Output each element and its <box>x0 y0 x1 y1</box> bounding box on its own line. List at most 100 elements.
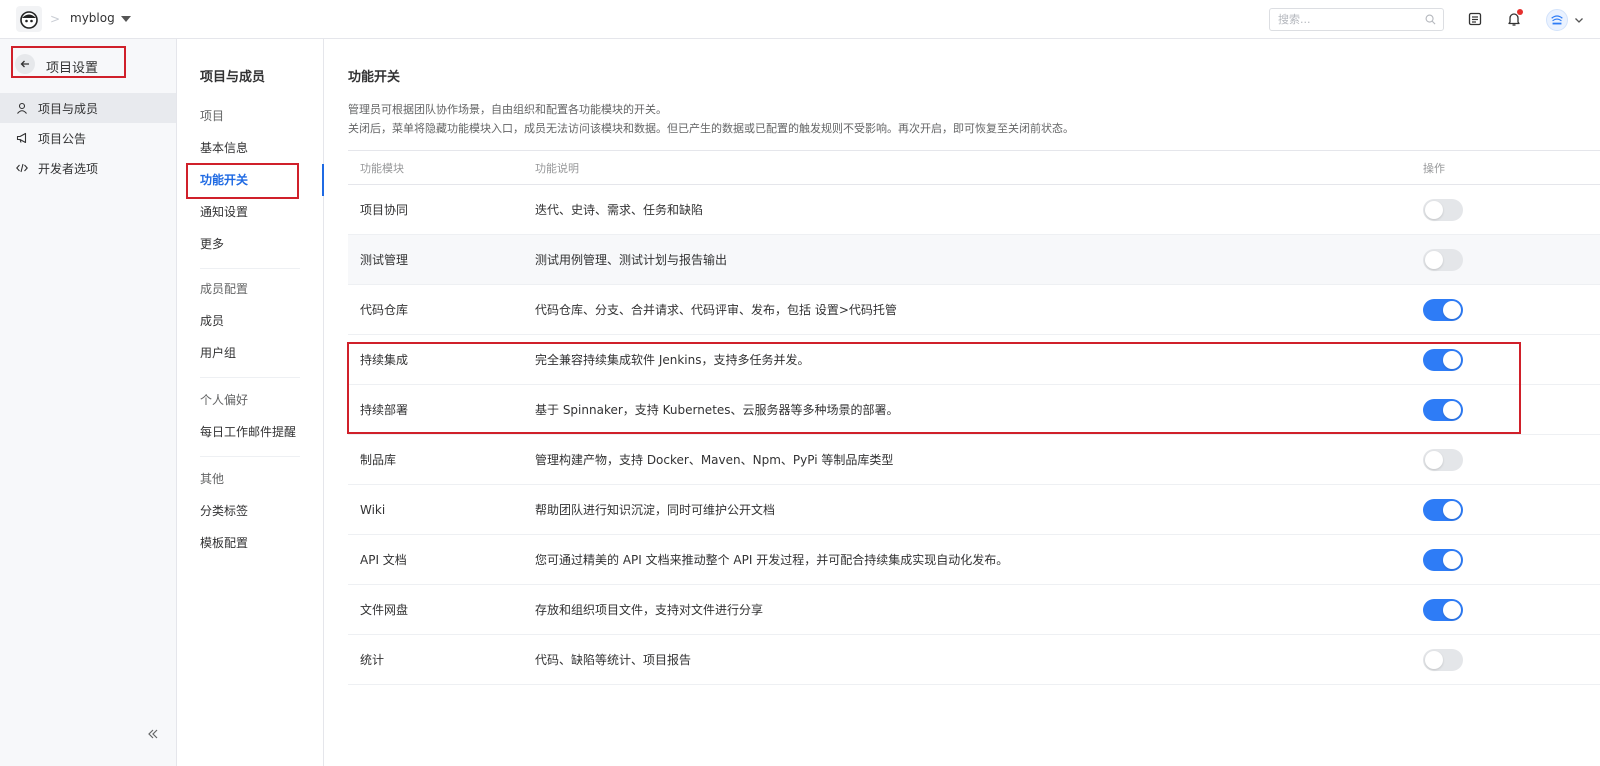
table-row: 项目协同 迭代、史诗、需求、任务和缺陷 <box>348 185 1600 235</box>
feature-toggle[interactable] <box>1423 648 1463 671</box>
divider <box>200 268 300 269</box>
sidebar-item-developer[interactable]: 开发者选项 <box>0 153 176 183</box>
module-action <box>1411 398 1600 421</box>
module-name: 制品库 <box>360 453 397 467</box>
feature-table: 功能模块 功能说明 操作 项目协同 迭代、史诗、需求、任务和缺陷 测试管理 测试用例管… <box>348 150 1600 685</box>
feature-toggle[interactable] <box>1423 298 1463 321</box>
module-action <box>1411 648 1600 671</box>
module-description: 代码、缺陷等统计、项目报告 <box>535 653 692 667</box>
module-description: 帮助团队进行知识沉淀，同时可维护公开文档 <box>535 503 776 517</box>
subnav-item-basic-info[interactable]: 基本信息 <box>177 132 323 164</box>
settings-title: 项目设置 <box>46 61 99 76</box>
search-input[interactable] <box>1270 9 1415 30</box>
table-row: 持续部署 基于 Spinnaker，支持 Kubernetes、云服务器等多种场景… <box>348 385 1600 435</box>
subnav-group-title: 项目 <box>200 109 225 123</box>
toggle-knob <box>1443 600 1461 619</box>
subnav-group-title: 成员配置 <box>200 282 249 296</box>
subnav-item-notification[interactable]: 通知设置 <box>177 196 323 228</box>
settings-subnav: 项目与成员 项目 基本信息 功能开关 通知设置 更多 成员配置 成员 用户组 个… <box>177 39 324 766</box>
feature-toggle[interactable] <box>1423 448 1463 471</box>
divider <box>200 456 300 457</box>
toggle-knob <box>1443 350 1461 369</box>
module-description: 测试用例管理、测试计划与报告输出 <box>535 253 728 267</box>
module-action <box>1411 248 1600 271</box>
feature-toggle[interactable] <box>1423 498 1463 521</box>
table-row: 文件网盘 存放和组织项目文件，支持对文件进行分享 <box>348 585 1600 635</box>
module-action <box>1411 548 1600 571</box>
feature-toggle[interactable] <box>1423 248 1463 271</box>
module-name: 统计 <box>360 653 385 667</box>
breadcrumb-separator: > <box>50 12 61 26</box>
subnav-item-daily-email[interactable]: 每日工作邮件提醒 <box>177 416 323 448</box>
notification-button[interactable] <box>1505 9 1523 28</box>
module-name: 代码仓库 <box>360 303 409 317</box>
sidebar-nav: 项目与成员 项目公告 开发者选项 <box>0 93 176 183</box>
subnav-item-members[interactable]: 成员 <box>177 305 323 337</box>
project-switcher[interactable]: myblog <box>70 11 131 25</box>
module-action <box>1411 498 1600 521</box>
subnav-group-title: 其他 <box>200 472 225 486</box>
sidebar-item-announcement[interactable]: 项目公告 <box>0 123 176 153</box>
toggle-knob <box>1425 200 1443 219</box>
clipboard-icon <box>1468 12 1482 26</box>
table-header: 功能模块 功能说明 操作 <box>348 150 1600 185</box>
description-line: 管理员可根据团队协作场景，自由组织和配置各功能模块的开关。 <box>348 103 667 116</box>
logo-icon <box>20 11 38 29</box>
subnav-item-templates[interactable]: 模板配置 <box>177 527 323 559</box>
module-description: 代码仓库、分支、合并请求、代码评审、发布，包括 设置>代码托管 <box>535 303 897 317</box>
toggle-knob <box>1425 250 1443 269</box>
avatar-logo-icon <box>1551 15 1563 25</box>
feature-toggle[interactable] <box>1423 548 1463 571</box>
toggle-knob <box>1443 400 1461 419</box>
subnav-group-project: 项目 基本信息 功能开关 通知设置 更多 <box>177 100 324 277</box>
chevron-down-icon[interactable] <box>1574 15 1584 25</box>
module-action <box>1411 448 1600 471</box>
sidebar-item-members[interactable]: 项目与成员 <box>0 93 176 123</box>
module-name: 持续集成 <box>360 353 409 367</box>
table-row: API 文档 您可通过精美的 API 文档来推动整个 API 开发过程，并可配合持… <box>348 535 1600 585</box>
search-icon[interactable] <box>1425 14 1436 25</box>
column-header-description: 功能说明 <box>535 161 579 175</box>
feature-toggle[interactable] <box>1423 198 1463 221</box>
module-description: 迭代、史诗、需求、任务和缺陷 <box>535 203 704 217</box>
table-row: 统计 代码、缺陷等统计、项目报告 <box>348 635 1600 685</box>
module-action <box>1411 298 1600 321</box>
module-name: 持续部署 <box>360 403 409 417</box>
subnav-item-user-groups[interactable]: 用户组 <box>177 337 323 369</box>
workbench-button[interactable] <box>1466 10 1484 28</box>
module-action <box>1411 598 1600 621</box>
subnav-group-preferences: 个人偏好 每日工作邮件提醒 <box>177 384 323 465</box>
back-button[interactable] <box>15 54 35 74</box>
user-avatar[interactable] <box>1546 9 1568 31</box>
table-row: 制品库 管理构建产物，支持 Docker、Maven、Npm、PyPi 等制品库类… <box>348 435 1600 485</box>
module-description: 基于 Spinnaker，支持 Kubernetes、云服务器等多种场景的部署。 <box>535 403 899 417</box>
module-description: 完全兼容持续集成软件 Jenkins，支持多任务并发。 <box>535 353 810 367</box>
module-name: API 文档 <box>360 553 407 567</box>
table-row: 测试管理 测试用例管理、测试计划与报告输出 <box>348 235 1600 285</box>
left-sidebar: 项目设置 项目与成员 项目公告 开发者选项 <box>0 39 177 766</box>
table-row: 持续集成 完全兼容持续集成软件 Jenkins，支持多任务并发。 <box>348 335 1600 385</box>
toggle-knob <box>1443 500 1461 519</box>
feature-toggle[interactable] <box>1423 348 1463 371</box>
main-content: 功能开关 管理员可根据团队协作场景，自由组织和配置各功能模块的开关。 关闭后，菜… <box>324 39 1600 766</box>
page-title: 功能开关 <box>348 70 401 85</box>
app-logo[interactable] <box>16 6 42 32</box>
feature-toggle[interactable] <box>1423 398 1463 421</box>
module-description: 管理构建产物，支持 Docker、Maven、Npm、PyPi 等制品库类型 <box>535 453 894 467</box>
subnav-item-tags[interactable]: 分类标签 <box>177 495 323 527</box>
subnav-item-more[interactable]: 更多 <box>177 228 323 260</box>
collapse-sidebar-icon[interactable] <box>146 727 160 741</box>
module-name: 文件网盘 <box>360 603 409 617</box>
module-description: 存放和组织项目文件，支持对文件进行分享 <box>535 603 764 617</box>
toggle-knob <box>1425 450 1443 469</box>
feature-toggle[interactable] <box>1423 598 1463 621</box>
module-description: 您可通过精美的 API 文档来推动整个 API 开发过程，并可配合持续集成实现自… <box>535 553 1009 567</box>
column-header-module: 功能模块 <box>360 161 404 175</box>
caret-down-icon <box>120 15 131 22</box>
subnav-item-feature-switch[interactable]: 功能开关 <box>177 164 324 196</box>
module-action <box>1411 198 1600 221</box>
divider <box>200 377 300 378</box>
toggle-knob <box>1425 650 1443 669</box>
subnav-group-title: 个人偏好 <box>200 393 249 407</box>
search-box <box>1269 8 1444 31</box>
